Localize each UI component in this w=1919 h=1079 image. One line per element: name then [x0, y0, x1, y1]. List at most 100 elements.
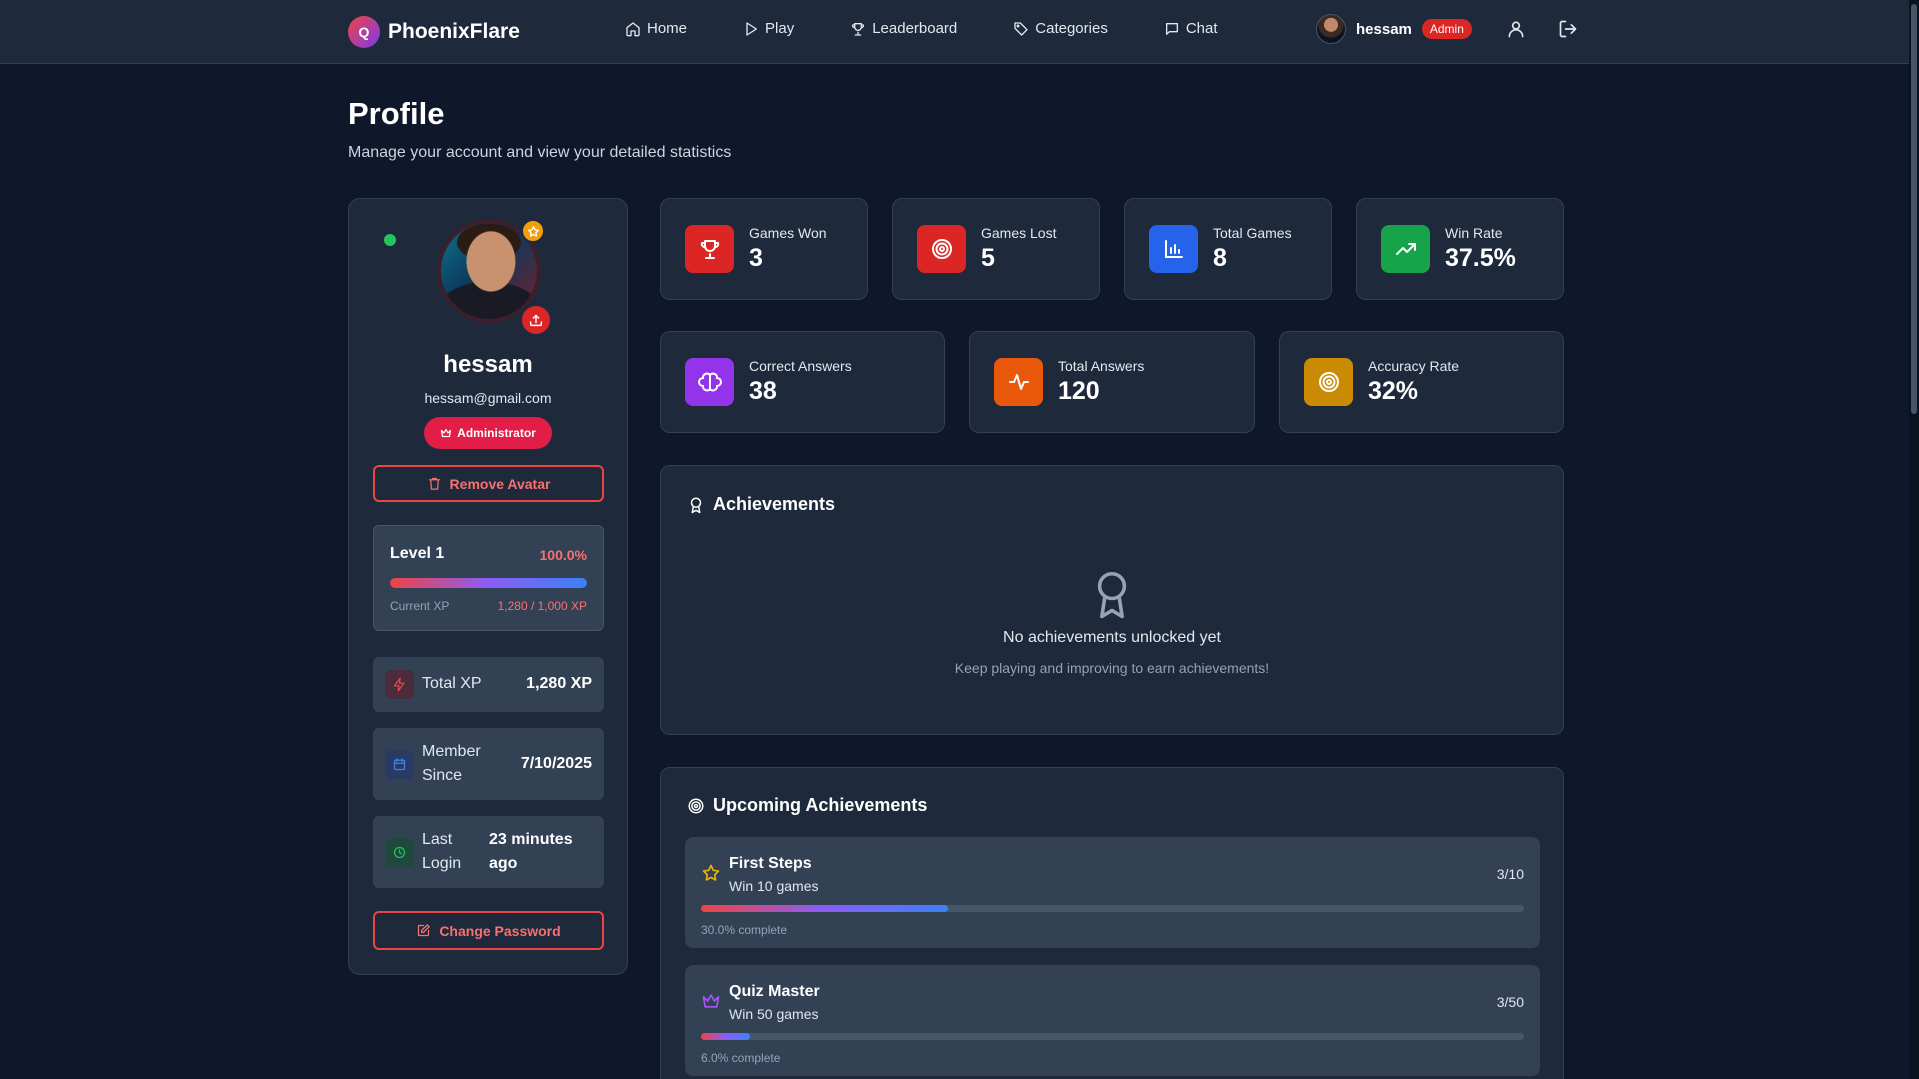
user-menu: hessam Admin: [1316, 14, 1578, 44]
stat-label: Total Answers: [1058, 358, 1145, 374]
achievement-progress-fill: [701, 905, 948, 912]
trash-icon: [428, 477, 440, 490]
stat-value: 120: [1058, 377, 1100, 405]
stat-value: 3: [749, 244, 763, 272]
stat-value: 5: [981, 244, 995, 272]
activity-icon: [994, 358, 1043, 406]
top-navbar: Q PhoenixFlare Home Play Leaderboard Cat…: [0, 0, 1919, 64]
star-icon: [702, 864, 720, 881]
achievement-percent: 6.0% complete: [701, 1051, 781, 1065]
nav-chat[interactable]: Chat: [1164, 20, 1218, 37]
nav-play[interactable]: Play: [743, 20, 794, 37]
nav-home[interactable]: Home: [625, 20, 687, 37]
stat-games-lost: Games Lost 5: [892, 198, 1100, 300]
achievement-progress-fill: [701, 1033, 751, 1040]
current-xp-label: Current XP: [390, 599, 450, 613]
stat-value: 38: [749, 377, 777, 405]
award-icon: [690, 497, 702, 513]
change-password-label: Change Password: [439, 922, 561, 939]
chat-icon: [1165, 22, 1178, 35]
role-badge: Administrator: [424, 417, 552, 449]
last-login-row: Last Login 23 minutes ago: [373, 816, 604, 888]
stat-label: Win Rate: [1445, 225, 1503, 241]
role-label: Administrator: [457, 426, 536, 440]
upcoming-achievements-panel: Upcoming Achievements First Steps Win 10…: [660, 767, 1564, 1079]
achievements-panel: Achievements No achievements unlocked ye…: [660, 465, 1564, 735]
profile-avatar-wrapper: [437, 219, 553, 337]
nav-chat-label: Chat: [1185, 20, 1218, 37]
achievement-name: Quiz Master: [729, 983, 820, 1000]
stat-total-answers: Total Answers 120: [969, 331, 1255, 433]
achievement-percent: 30.0% complete: [701, 923, 788, 937]
member-since-label: Member Since: [422, 743, 481, 784]
brand-logo: Q: [348, 16, 380, 48]
profile-name: hessam: [443, 351, 533, 378]
clock-icon: [385, 838, 414, 867]
stat-value: 8: [1213, 244, 1227, 272]
trophy-icon: [685, 225, 734, 273]
achievement-progress-bar: [701, 1033, 1524, 1040]
profile-card: hessam hessam@gmail.com Administrator Re…: [348, 198, 628, 975]
change-password-button[interactable]: Change Password: [373, 911, 604, 950]
nav-categories-label: Categories: [1035, 20, 1108, 37]
nav-categories[interactable]: Categories: [1013, 20, 1108, 37]
calendar-icon: [385, 750, 414, 779]
level-percent: 100.0%: [539, 547, 587, 563]
stat-correct-answers: Correct Answers 38: [660, 331, 945, 433]
main-nav: Home Play Leaderboard Categories Chat: [625, 20, 1274, 37]
scrollbar-thumb[interactable]: [1911, 4, 1917, 414]
stat-total-games: Total Games 8: [1124, 198, 1332, 300]
nav-leaderboard[interactable]: Leaderboard: [850, 20, 957, 37]
stat-value: 37.5%: [1445, 244, 1516, 272]
achievement-description: Win 10 games: [729, 878, 819, 894]
achievements-title-label: Achievements: [713, 494, 836, 514]
star-badge-icon: [521, 219, 545, 243]
stat-value: 32%: [1368, 377, 1419, 405]
remove-avatar-button[interactable]: Remove Avatar: [373, 465, 604, 502]
nav-play-label: Play: [765, 20, 795, 37]
tag-icon: [1014, 21, 1028, 36]
upcoming-achievements-title-label: Upcoming Achievements: [713, 795, 928, 815]
brand[interactable]: Q PhoenixFlare: [348, 16, 520, 48]
stat-games-won: Games Won 3: [660, 198, 868, 300]
nav-leaderboard-label: Leaderboard: [872, 20, 958, 37]
crown-icon: [441, 428, 452, 438]
empty-achievements-title: No achievements unlocked yet: [1003, 629, 1221, 646]
stat-label: Games Lost: [981, 225, 1057, 241]
user-icon[interactable]: [1506, 19, 1526, 39]
edit-icon: [418, 924, 431, 937]
achievement-count: 3/50: [1496, 994, 1524, 1010]
trophy-icon: [852, 22, 865, 36]
remove-avatar-label: Remove Avatar: [449, 475, 551, 492]
last-login-value: 23 minutes ago: [489, 831, 573, 872]
member-since-value: 7/10/2025: [520, 755, 592, 772]
stat-label: Games Won: [749, 225, 827, 241]
stat-label: Total Games: [1213, 225, 1292, 241]
bar-chart-icon: [1149, 225, 1198, 273]
achievements-title: Achievements: [687, 494, 835, 515]
target-icon: [688, 798, 704, 813]
user-name: hessam: [1356, 20, 1412, 38]
logout-icon[interactable]: [1558, 19, 1578, 39]
upload-avatar-button[interactable]: [519, 303, 553, 337]
last-login-label: Last Login: [422, 831, 462, 872]
brand-name: PhoenixFlare: [388, 20, 520, 43]
total-xp-value: 1,280 XP: [526, 675, 592, 692]
level-label: Level 1: [390, 545, 445, 562]
achievement-name: First Steps: [729, 855, 812, 872]
nav-home-label: Home: [647, 20, 688, 37]
list-item: First Steps Win 10 games 3/10 30.0% comp…: [685, 837, 1540, 948]
profile-email: hessam@gmail.com: [424, 390, 552, 406]
level-progress-fill: [390, 578, 587, 588]
page-subtitle: Manage your account and view your detail…: [348, 144, 732, 161]
member-since-row: Member Since 7/10/2025: [373, 728, 604, 800]
level-progress-bar: [390, 578, 587, 588]
home-icon: [626, 21, 640, 36]
online-status-dot: [384, 234, 396, 246]
lightning-icon: [385, 670, 414, 699]
page-title: Profile: [348, 96, 445, 131]
upload-icon: [529, 314, 543, 327]
stat-label: Correct Answers: [749, 358, 852, 374]
avatar[interactable]: [1316, 14, 1346, 44]
achievement-progress-bar: [701, 905, 1524, 912]
